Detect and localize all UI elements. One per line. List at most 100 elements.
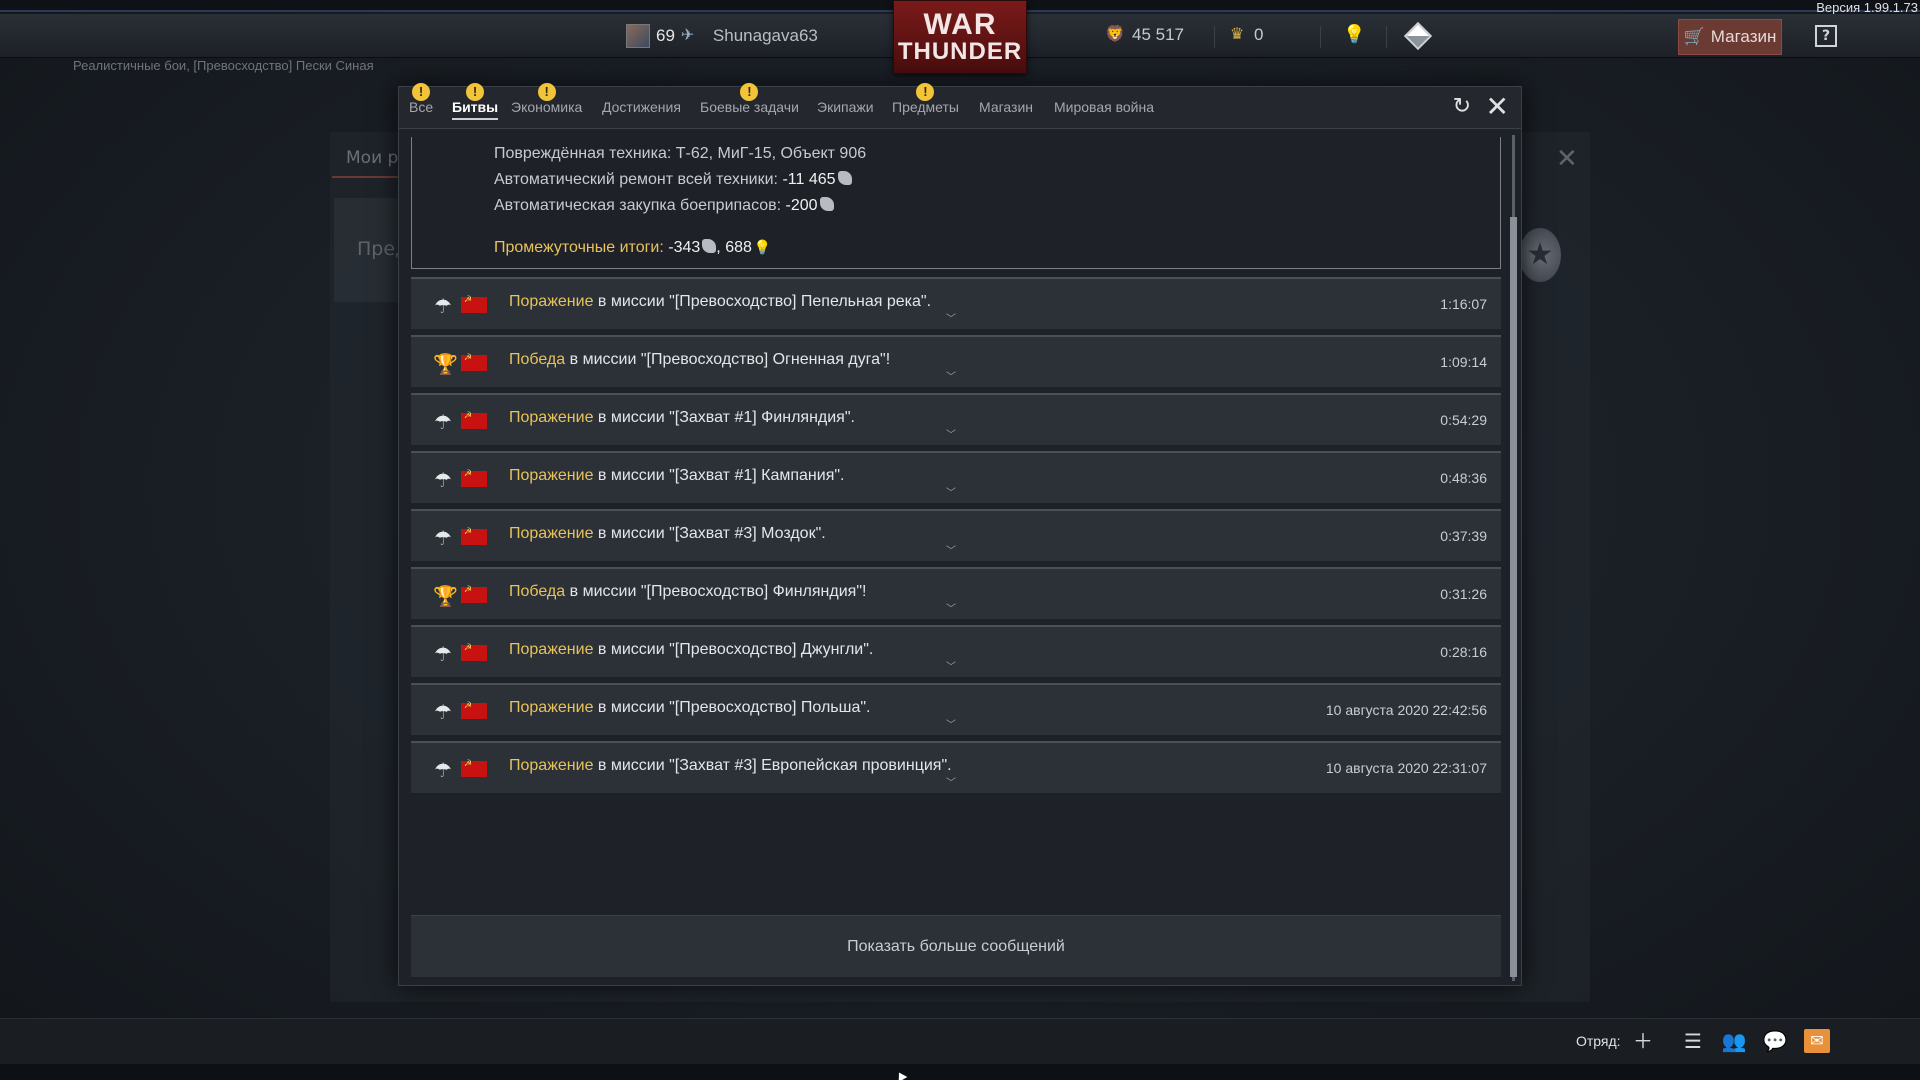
battle-time: 1:16:07: [1440, 296, 1487, 312]
tab-economy[interactable]: ! Экономика: [511, 83, 583, 115]
contacts-icon[interactable]: 👥: [1721, 1029, 1747, 1053]
player-info[interactable]: 69 ✈ Shunagava63: [626, 24, 818, 48]
ussr-flag-icon: [461, 527, 487, 545]
tab-store[interactable]: Магазин: [979, 99, 1033, 115]
war-thunder-logo[interactable]: WAR THUNDER: [893, 0, 1027, 74]
chevron-down-icon[interactable]: ﹀: [946, 315, 956, 325]
scrollbar-thumb[interactable]: [1510, 217, 1517, 977]
tab-label: Достижения: [602, 99, 681, 115]
list-icon[interactable]: ☰: [1680, 1029, 1706, 1053]
battle-row[interactable]: ☂ Поражение в миссии "[Захват #3] Европе…: [411, 741, 1501, 793]
summary-value: Т-62, МиГ-15, Объект 906: [675, 145, 867, 162]
battle-row[interactable]: 🏆 Победа в миссии "[Превосходство] Финля…: [411, 567, 1501, 619]
battle-time: 0:37:39: [1440, 528, 1487, 544]
close-icon[interactable]: ✕: [1486, 93, 1509, 121]
battle-time: 10 августа 2020 22:42:56: [1325, 702, 1487, 718]
bottom-bar: Отряд: ＋ ☰ 👥 💬 ✉: [0, 1018, 1920, 1064]
battle-time: 0:31:26: [1440, 586, 1487, 602]
logo-line-2: THUNDER: [897, 38, 1023, 65]
cart-icon: 🛒: [1683, 27, 1705, 46]
tab-battles[interactable]: ! Битвы: [452, 83, 499, 120]
battle-message: Победа в миссии "[Превосходство] Финлянд…: [509, 583, 866, 601]
battle-row[interactable]: ☂ Поражение в миссии "[Превосходство] Дж…: [411, 625, 1501, 677]
battle-text: в миссии "[Захват #3] Европейская провин…: [593, 757, 952, 774]
battle-result: Поражение: [509, 293, 594, 310]
battle-row[interactable]: ☂ Поражение в миссии "[Захват #3] Моздок…: [411, 509, 1501, 561]
tab-label: Предметы: [892, 99, 959, 115]
alert-badge-icon: !: [537, 83, 556, 101]
chevron-down-icon[interactable]: ﹀: [946, 605, 956, 615]
chevron-down-icon[interactable]: ﹀: [946, 663, 956, 673]
premium-diamond-icon[interactable]: [1403, 21, 1433, 51]
chevron-down-icon[interactable]: ﹀: [946, 779, 956, 789]
battle-result: Поражение: [509, 467, 594, 484]
divider: [1320, 26, 1321, 48]
battle-time: 0:54:29: [1440, 412, 1487, 428]
chevron-down-icon[interactable]: ﹀: [946, 547, 956, 557]
golden-eagles-balance[interactable]: ♛ 0: [1226, 24, 1264, 46]
battle-row[interactable]: ☂ Поражение в миссии "[Превосходство] По…: [411, 683, 1501, 735]
logo-line-1: WAR: [923, 8, 997, 41]
tab-label: Магазин: [979, 99, 1034, 115]
ussr-flag-icon: [461, 643, 487, 661]
chevron-down-icon[interactable]: ﹀: [946, 431, 956, 441]
tab-label: Экономика: [511, 99, 583, 115]
summary-label: Автоматическая закупка боеприпасов:: [494, 197, 786, 214]
battle-text: в миссии "[Превосходство] Огненная дуга"…: [565, 351, 891, 368]
silver-lions-balance[interactable]: 🦁 45 517: [1104, 24, 1184, 46]
battle-row[interactable]: ☂ Поражение в миссии "[Захват #1] Финлян…: [411, 393, 1501, 445]
ussr-flag-icon: [461, 411, 487, 429]
battle-result: Поражение: [509, 757, 594, 774]
tab-all[interactable]: ! Все: [409, 83, 434, 115]
battle-message: Поражение в миссии "[Захват #1] Кампания…: [509, 467, 844, 485]
battle-text: в миссии "[Превосходство] Польша".: [593, 699, 871, 716]
battle-message: Победа в миссии "[Превосходство] Огненна…: [509, 351, 890, 369]
battle-time: 1:09:14: [1440, 354, 1487, 370]
avatar[interactable]: [626, 24, 650, 48]
battle-time: 0:48:36: [1440, 470, 1487, 486]
chat-icon[interactable]: 💬: [1762, 1029, 1788, 1053]
research-bulb-icon: 💡: [753, 239, 772, 255]
tab-achievements[interactable]: Достижения: [602, 99, 681, 115]
battle-message: Поражение в миссии "[Превосходство] Поль…: [509, 699, 870, 717]
alert-badge-icon: !: [466, 83, 485, 101]
tab-crews[interactable]: Экипажи: [817, 99, 874, 115]
battle-time: 0:28:16: [1440, 644, 1487, 660]
tab-battle-tasks[interactable]: ! Боевые задачи: [700, 83, 799, 115]
tab-items[interactable]: ! Предметы: [892, 83, 959, 115]
tab-label: Все: [409, 99, 434, 115]
battle-result: Поражение: [509, 525, 594, 542]
squad-label: Отряд:: [1576, 1033, 1621, 1049]
mail-icon[interactable]: ✉: [1804, 1029, 1830, 1053]
battle-row[interactable]: 🏆 Победа в миссии "[Превосходство] Огнен…: [411, 335, 1501, 387]
player-level: 69: [656, 26, 675, 45]
battle-row[interactable]: ☂ Поражение в миссии "[Превосходство] Пе…: [411, 277, 1501, 329]
tab-world-war[interactable]: Мировая война: [1054, 99, 1154, 115]
refresh-icon[interactable]: ↻: [1453, 96, 1471, 118]
summary-value: -343: [668, 239, 701, 256]
help-button[interactable]: ?: [1815, 25, 1837, 47]
battle-message: Поражение в миссии "[Превосходство] Джун…: [509, 641, 873, 659]
battle-result: Поражение: [509, 641, 594, 658]
tab-label: Боевые задачи: [700, 99, 799, 115]
battle-row[interactable]: ☂ Поражение в миссии "[Захват #1] Кампан…: [411, 451, 1501, 503]
chevron-down-icon[interactable]: ﹀: [946, 721, 956, 731]
battle-text: в миссии "[Захват #1] Кампания".: [593, 467, 845, 484]
player-name[interactable]: Shunagava63: [713, 26, 818, 46]
add-squad-icon[interactable]: ＋: [1630, 1029, 1656, 1053]
chevron-down-icon[interactable]: ﹀: [946, 373, 956, 383]
divider: [1386, 26, 1387, 48]
battle-text: в миссии "[Захват #1] Финляндия".: [593, 409, 855, 426]
parachute-icon: ☂: [434, 700, 452, 724]
summary-label: Автоматический ремонт всей техники:: [494, 171, 783, 188]
show-more-button[interactable]: Показать больше сообщений: [411, 915, 1501, 977]
divider: [1214, 26, 1215, 48]
summary-repair-line: Автоматический ремонт всей техники: -11 …: [494, 171, 852, 189]
research-bulb-icon[interactable]: 💡: [1343, 24, 1365, 48]
parachute-icon: ☂: [434, 526, 452, 550]
ussr-flag-icon: [461, 353, 487, 371]
chevron-down-icon[interactable]: ﹀: [946, 489, 956, 499]
ussr-flag-icon: [461, 295, 487, 313]
mission-breadcrumb: Реалистичные бои, [Превосходство] Пески …: [73, 58, 374, 73]
shop-button[interactable]: 🛒 Магазин: [1678, 19, 1782, 55]
